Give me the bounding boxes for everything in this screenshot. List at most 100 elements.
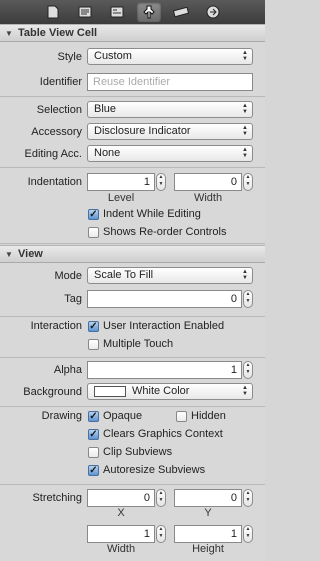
mode-row: Mode Scale To Fill ▲ ▼ [0,267,265,285]
indent-while-editing-checkbox[interactable]: ✓ Indent While Editing [88,208,201,220]
drawing-group: Drawing ✓ Opaque Hidden ✓ Clears Graphic… [0,407,265,485]
checkmark-icon: ✓ [88,208,99,220]
popup-arrows-icon: ▲ ▼ [242,269,248,281]
popup-arrows-icon: ▲ ▼ [242,103,248,115]
size-icon [172,7,189,17]
shows-reorder-label: Shows Re-order Controls [103,226,227,238]
interaction-group: Interaction ✓ User Interaction Enabled M… [0,317,265,358]
accessory-value: Disclosure Indicator [94,125,191,137]
alpha-stepper[interactable]: ▲ ▼ [243,361,253,379]
stretching-group: Stretching 0 ▲ ▼ 0 ▲ ▼ X Y 1 ▲ ▼ 1 ▲ ▼ Width… [0,485,265,561]
opaque-checkbox[interactable]: ✓ Opaque [88,410,142,422]
popup-arrows-icon: ▲ ▼ [242,125,248,137]
checkmark-icon: ✓ [88,410,99,422]
stretch-y-stepper[interactable]: ▲ ▼ [243,489,253,507]
tag-field[interactable]: 0 [87,290,242,308]
stretch-x-label: X [117,507,125,519]
indentation-label: Indentation [27,176,82,188]
opaque-label: Opaque [103,410,143,422]
stretch-height-field[interactable]: 1 [174,525,242,543]
selection-popup[interactable]: Blue ▲ ▼ [87,101,253,118]
hidden-label: Hidden [191,410,226,422]
stretch-y-label: Y [204,507,212,519]
user-interaction-label: User Interaction Enabled [103,320,225,332]
editing-acc-popup[interactable]: None ▲ ▼ [87,145,253,162]
user-interaction-checkbox[interactable]: ✓ User Interaction Enabled [88,320,224,332]
stretch-x-stepper[interactable]: ▲ ▼ [156,489,166,507]
identifier-label: Identifier [39,76,82,88]
multiple-touch-checkbox[interactable]: Multiple Touch [88,338,173,350]
file-icon [47,5,58,19]
indentation-level-field[interactable]: 1 [87,173,155,191]
checkmark-icon: ✓ [88,320,99,332]
shows-reorder-checkbox[interactable]: Shows Re-order Controls [88,226,227,238]
accessory-row: Accessory Disclosure Indicator ▲ ▼ [0,123,265,141]
checkbox-empty-icon [88,226,99,238]
indent-while-editing-label: Indent While Editing [103,208,201,220]
background-label: Background [23,386,82,398]
autoresize-subviews-label: Autoresize Subviews [103,464,206,476]
stretch-width-stepper[interactable]: ▲ ▼ [156,525,166,543]
selection-label: Selection [36,104,82,116]
mode-tag-group: Mode Scale To Fill ▲ ▼ Tag 0 ▲ ▼ [0,263,265,317]
indentation-level-stepper[interactable]: ▲ ▼ [156,173,166,191]
stretch-width-label: Width [106,543,136,555]
alpha-background-group: Alpha 1 ▲ ▼ Background White Color ▲ ▼ [0,358,265,407]
selection-row: Selection Blue ▲ ▼ [0,101,265,119]
cell-style-group: Style Custom ▲ ▼ Identifier Reuse Identif… [0,42,265,97]
interaction-label: Interaction [30,320,82,332]
stretch-width-field[interactable]: 1 [87,525,155,543]
background-value: White Color [132,385,190,397]
style-value: Custom [94,50,132,62]
stretch-height-stepper[interactable]: ▲ ▼ [243,525,253,543]
attributes-inspector-tab[interactable] [136,2,161,22]
checkmark-icon: ✓ [88,428,99,440]
mode-value: Scale To Fill [94,269,154,281]
popup-arrows-icon: ▲ ▼ [242,50,248,62]
checkbox-empty-icon [88,446,99,458]
level-label: Level [107,192,135,204]
tag-label: Tag [64,293,82,305]
identity-inspector-tab[interactable] [105,2,129,22]
mode-label: Mode [54,270,82,282]
accessory-popup[interactable]: Disclosure Indicator ▲ ▼ [87,123,253,140]
identifier-field[interactable]: Reuse Identifier [87,73,253,91]
clears-graphics-checkbox[interactable]: ✓ Clears Graphics Context [88,428,223,440]
background-row: Background White Color ▲ ▼ [0,383,265,401]
quick-help-tab[interactable] [73,2,97,22]
indentation-width-stepper[interactable]: ▲ ▼ [243,173,253,191]
section-header-table-view-cell[interactable]: ▼ Table View Cell [0,24,265,42]
clip-subviews-checkbox[interactable]: Clip Subviews [88,446,172,458]
style-popup[interactable]: Custom ▲ ▼ [87,48,253,65]
attributes-icon [142,5,155,19]
tag-stepper[interactable]: ▲ ▼ [243,290,253,308]
connections-inspector-tab[interactable] [201,2,225,22]
style-label: Style [57,51,82,63]
indentation-width-field[interactable]: 0 [174,173,242,191]
stretch-y-field[interactable]: 0 [174,489,242,507]
background-popup[interactable]: White Color ▲ ▼ [87,383,253,400]
clip-subviews-label: Clip Subviews [103,446,173,458]
alpha-field[interactable]: 1 [87,361,242,379]
style-row: Style Custom ▲ ▼ [0,48,265,66]
editing-acc-row: Editing Acc. None ▲ ▼ [0,145,265,163]
cell-accessory-group: Selection Blue ▲ ▼ Accessory Disclosure I… [0,97,265,168]
size-inspector-tab[interactable] [169,2,193,22]
section-title: Table View Cell [18,27,98,39]
stretch-height-label: Height [192,543,224,555]
mode-popup[interactable]: Scale To Fill ▲ ▼ [87,267,253,284]
disclosure-triangle-icon: ▼ [5,28,13,38]
hidden-checkbox[interactable]: Hidden [176,410,226,422]
file-inspector-tab[interactable] [41,2,65,22]
inspector-toolbar [0,0,265,25]
multiple-touch-label: Multiple Touch [103,338,174,350]
quick-help-icon [78,6,91,18]
stretch-x-field[interactable]: 0 [87,489,155,507]
autoresize-subviews-checkbox[interactable]: ✓ Autoresize Subviews [88,464,205,476]
section-header-view[interactable]: ▼ View [0,245,265,263]
width-label: Width [193,192,223,204]
accessory-label: Accessory [31,126,82,138]
popup-arrows-icon: ▲ ▼ [242,147,248,159]
popup-arrows-icon: ▲ ▼ [242,385,248,397]
section-title: View [18,248,43,260]
